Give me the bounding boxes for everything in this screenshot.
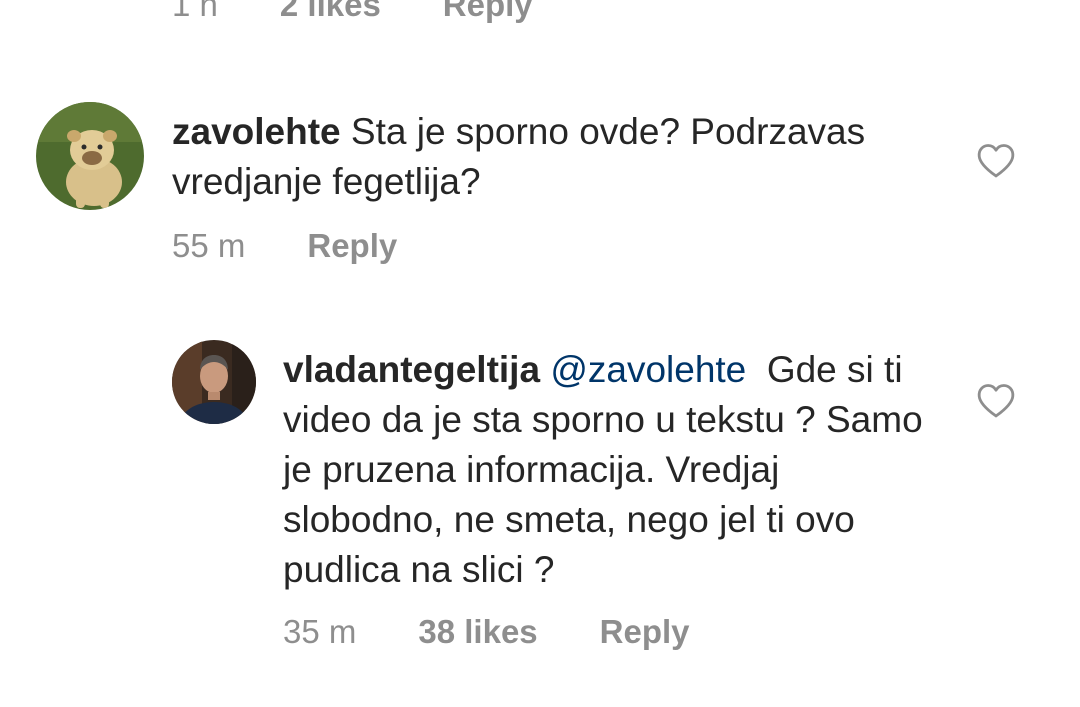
avatar[interactable] [172,340,256,424]
man-portrait-avatar [172,340,256,424]
likes-count[interactable]: 38 likes [418,613,537,651]
comment-username[interactable]: zavolehte [172,111,341,152]
previous-comment-time: 1 h [172,0,218,23]
comment-time: 55 m [172,227,246,264]
previous-comment-meta: 1 h 2 likes Reply [172,0,533,24]
previous-comment-reply-button[interactable]: Reply [443,0,533,24]
like-button[interactable] [976,383,1016,419]
comment-time: 35 m [283,613,357,650]
like-button[interactable] [976,143,1016,179]
previous-comment-likes[interactable]: 2 likes [280,0,381,24]
reply-button[interactable]: Reply [307,227,397,265]
comment-body: vladantegeltija @zavolehte Gde si ti vid… [283,345,943,595]
mention-link[interactable]: @zavolehte [550,349,746,390]
reply-button[interactable]: Reply [600,613,690,651]
comment-body: zavolehte Sta je sporno ovde? Podrzavas … [172,107,962,207]
bulldog-avatar [36,102,144,210]
comment-meta: 35 m 38 likes Reply [283,613,690,651]
avatar[interactable] [36,102,144,210]
heart-outline-icon [977,384,1015,418]
comment-username[interactable]: vladantegeltija [283,349,540,390]
heart-outline-icon [977,144,1015,178]
comment-meta: 55 m Reply [172,227,397,265]
